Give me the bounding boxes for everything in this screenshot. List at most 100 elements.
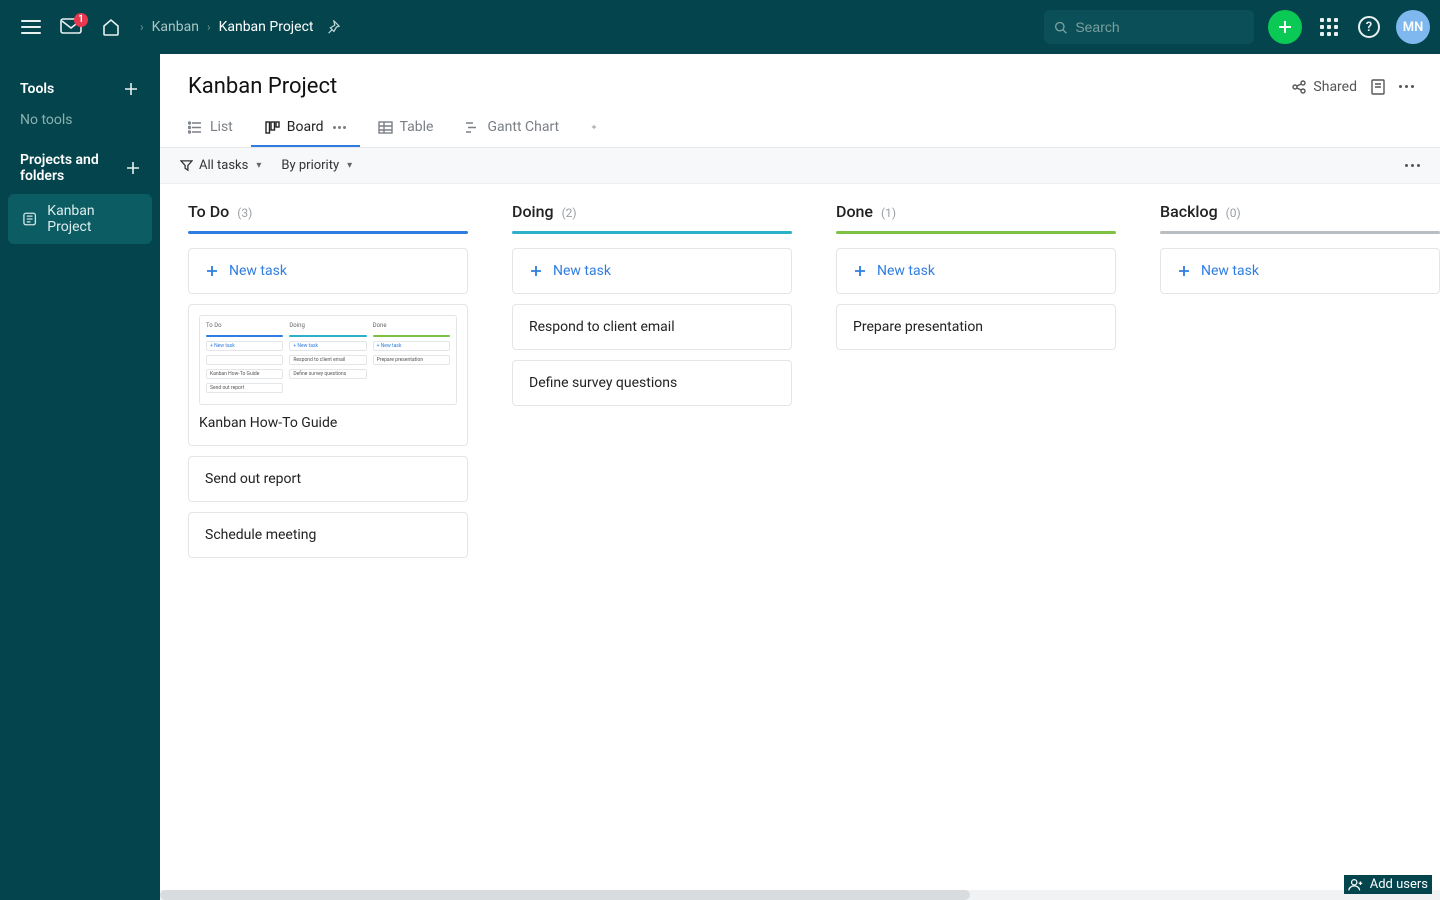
tab-list[interactable]: List	[174, 109, 247, 147]
tab-gantt-label: Gantt Chart	[487, 119, 559, 135]
task-card[interactable]: Send out report	[188, 456, 468, 502]
filter-sort-label: By priority	[281, 158, 339, 173]
new-task-button[interactable]: New task	[1160, 248, 1440, 294]
column-header[interactable]: To Do(3)	[188, 202, 468, 231]
plus-icon	[126, 161, 140, 175]
content-panel: Kanban Project Shared List	[160, 54, 1440, 900]
topbar: 1 › Kanban › Kanban Project ? MN	[0, 0, 1440, 54]
help-button[interactable]: ?	[1352, 10, 1386, 44]
column-color-bar	[1160, 231, 1440, 234]
search-icon	[1054, 20, 1067, 35]
horizontal-scrollbar[interactable]	[160, 890, 1440, 900]
search-input-wrap[interactable]	[1044, 10, 1254, 44]
page-header: Kanban Project Shared	[160, 54, 1440, 109]
breadcrumb-item-current[interactable]: Kanban Project	[219, 19, 314, 35]
share-button[interactable]: Shared	[1291, 79, 1357, 95]
avatar[interactable]: MN	[1396, 10, 1430, 44]
tools-empty-text: No tools	[0, 108, 160, 142]
table-icon	[378, 120, 393, 135]
help-icon: ?	[1358, 16, 1380, 38]
plus-icon	[853, 264, 867, 278]
column-count: (2)	[562, 206, 577, 220]
sidebar-item-project[interactable]: Kanban Project	[8, 194, 152, 244]
pin-icon	[326, 20, 340, 34]
filter-more-button[interactable]	[1405, 164, 1420, 167]
page-title: Kanban Project	[188, 74, 337, 99]
search-input[interactable]	[1075, 19, 1244, 35]
apps-button[interactable]	[1312, 10, 1346, 44]
filter-bar: All tasks ▾ By priority ▾	[160, 148, 1440, 184]
column-count: (3)	[237, 206, 252, 220]
more-button[interactable]	[1399, 85, 1414, 88]
create-button[interactable]	[1268, 10, 1302, 44]
sidebar: Tools No tools Projects and folders Kanb…	[0, 54, 160, 900]
add-users-label: Add users	[1370, 877, 1428, 892]
task-card[interactable]: Define survey questions	[512, 360, 792, 406]
kanban-board[interactable]: To Do(3) New task To Do+ New task Kanban H…	[160, 184, 1440, 900]
board-column: To Do(3) New task To Do+ New task Kanban H…	[188, 202, 468, 900]
column-header[interactable]: Done(1)	[836, 202, 1116, 231]
tools-label: Tools	[20, 81, 54, 97]
filter-sort[interactable]: By priority ▾	[281, 158, 352, 173]
column-count: (1)	[881, 206, 896, 220]
share-label: Shared	[1313, 79, 1357, 95]
tab-board-label: Board	[287, 119, 324, 135]
plus-icon	[529, 264, 543, 278]
tab-board-menu[interactable]	[333, 126, 346, 129]
filter-icon	[180, 159, 193, 172]
inbox-button[interactable]: 1	[54, 10, 88, 44]
new-task-label: New task	[553, 263, 611, 279]
task-card[interactable]: Respond to client email	[512, 304, 792, 350]
plus-icon	[124, 82, 138, 96]
sidebar-projects-heading: Projects and folders	[0, 142, 160, 194]
tab-list-label: List	[210, 119, 233, 135]
column-header[interactable]: Backlog(0)	[1160, 202, 1440, 231]
menu-button[interactable]	[14, 10, 48, 44]
add-users-button[interactable]: Add users	[1344, 875, 1432, 894]
sidebar-item-label: Kanban Project	[47, 203, 138, 235]
new-task-button[interactable]: New task	[188, 248, 468, 294]
pin-button[interactable]	[321, 15, 345, 39]
column-color-bar	[836, 231, 1116, 234]
chevron-down-icon: ▾	[256, 160, 261, 171]
notes-button[interactable]	[1371, 79, 1385, 95]
new-task-button[interactable]: New task	[836, 248, 1116, 294]
board-column: Doing(2) New task Respond to client email D…	[512, 202, 792, 900]
card-title: Send out report	[205, 471, 451, 487]
sidebar-tools-heading: Tools	[0, 70, 160, 108]
more-icon	[1399, 85, 1414, 88]
card-thumbnail: To Do+ New task Kanban How-To GuideSend …	[199, 315, 457, 405]
chevron-right-icon: ›	[207, 20, 211, 34]
view-tabs: List Board Table Gantt Chart	[160, 109, 1440, 148]
task-card[interactable]: Schedule meeting	[188, 512, 468, 558]
card-title: Prepare presentation	[853, 319, 1099, 335]
breadcrumb: › Kanban › Kanban Project	[140, 15, 345, 39]
plus-icon	[1177, 264, 1191, 278]
task-card[interactable]: To Do+ New task Kanban How-To GuideSend …	[188, 304, 468, 446]
card-title: Respond to client email	[529, 319, 775, 335]
list-icon	[188, 120, 203, 135]
projects-label: Projects and folders	[20, 152, 125, 184]
add-project-button[interactable]	[125, 159, 140, 177]
tab-gantt[interactable]: Gantt Chart	[451, 109, 573, 147]
column-count: (0)	[1226, 206, 1241, 220]
breadcrumb-item-parent[interactable]: Kanban	[152, 19, 199, 35]
card-title: Define survey questions	[529, 375, 775, 391]
card-title: Kanban How-To Guide	[199, 415, 457, 431]
add-user-icon	[1348, 878, 1364, 892]
plus-icon	[205, 264, 219, 278]
tab-board[interactable]: Board	[251, 109, 360, 147]
new-task-button[interactable]: New task	[512, 248, 792, 294]
column-color-bar	[188, 231, 468, 234]
tab-table[interactable]: Table	[364, 109, 448, 147]
column-header[interactable]: Doing(2)	[512, 202, 792, 231]
add-view-button[interactable]	[577, 110, 611, 146]
home-button[interactable]	[94, 10, 128, 44]
task-card[interactable]: Prepare presentation	[836, 304, 1116, 350]
scrollbar-handle[interactable]	[160, 890, 970, 900]
share-icon	[1291, 79, 1307, 95]
chevron-down-icon: ▾	[347, 160, 352, 171]
add-tool-button[interactable]	[122, 80, 140, 98]
filter-all-tasks[interactable]: All tasks ▾	[180, 158, 261, 173]
plus-icon	[591, 120, 597, 134]
